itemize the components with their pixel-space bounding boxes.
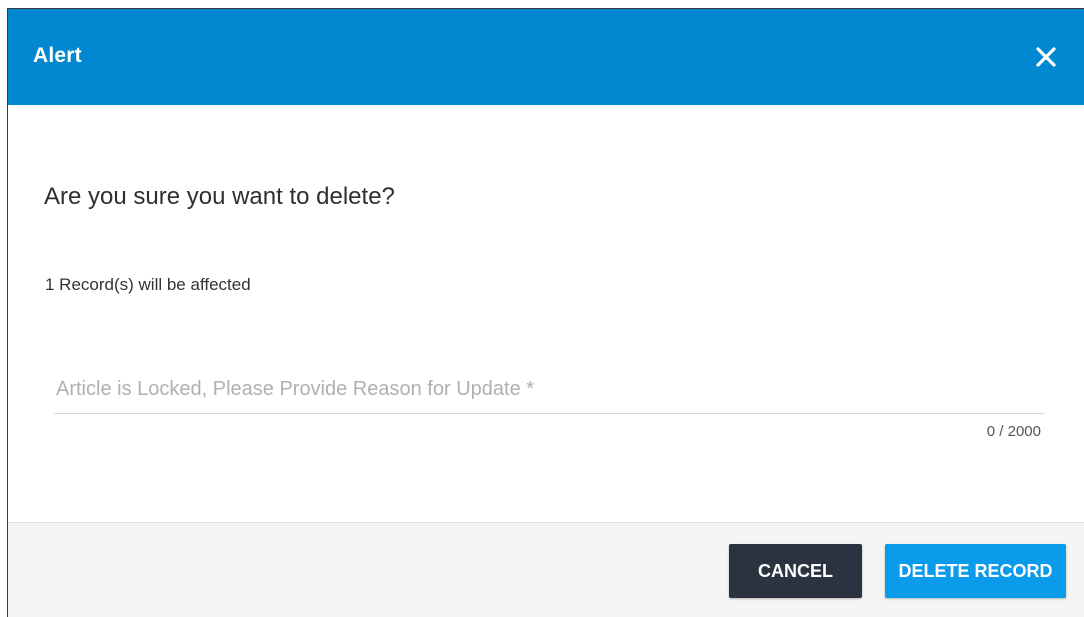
delete-record-button[interactable]: DELETE RECORD [885, 544, 1066, 598]
close-button[interactable] [1028, 39, 1064, 75]
alert-dialog: Alert Are you sure you want to delete? 1… [7, 8, 1084, 617]
affected-records-text: 1 Record(s) will be affected [45, 275, 251, 294]
reason-input[interactable] [56, 373, 1036, 405]
dialog-footer: CANCEL DELETE RECORD [8, 522, 1084, 617]
dialog-title: Alert [33, 44, 82, 67]
confirm-question: Are you sure you want to delete? [44, 183, 395, 210]
dialog-body: Are you sure you want to delete? 1 Recor… [8, 105, 1084, 522]
close-icon [1036, 47, 1056, 67]
dialog-header: Alert [8, 9, 1084, 105]
character-counter: 0 / 2000 [986, 423, 1041, 440]
cancel-button[interactable]: CANCEL [729, 544, 862, 598]
reason-field[interactable] [54, 363, 1044, 414]
